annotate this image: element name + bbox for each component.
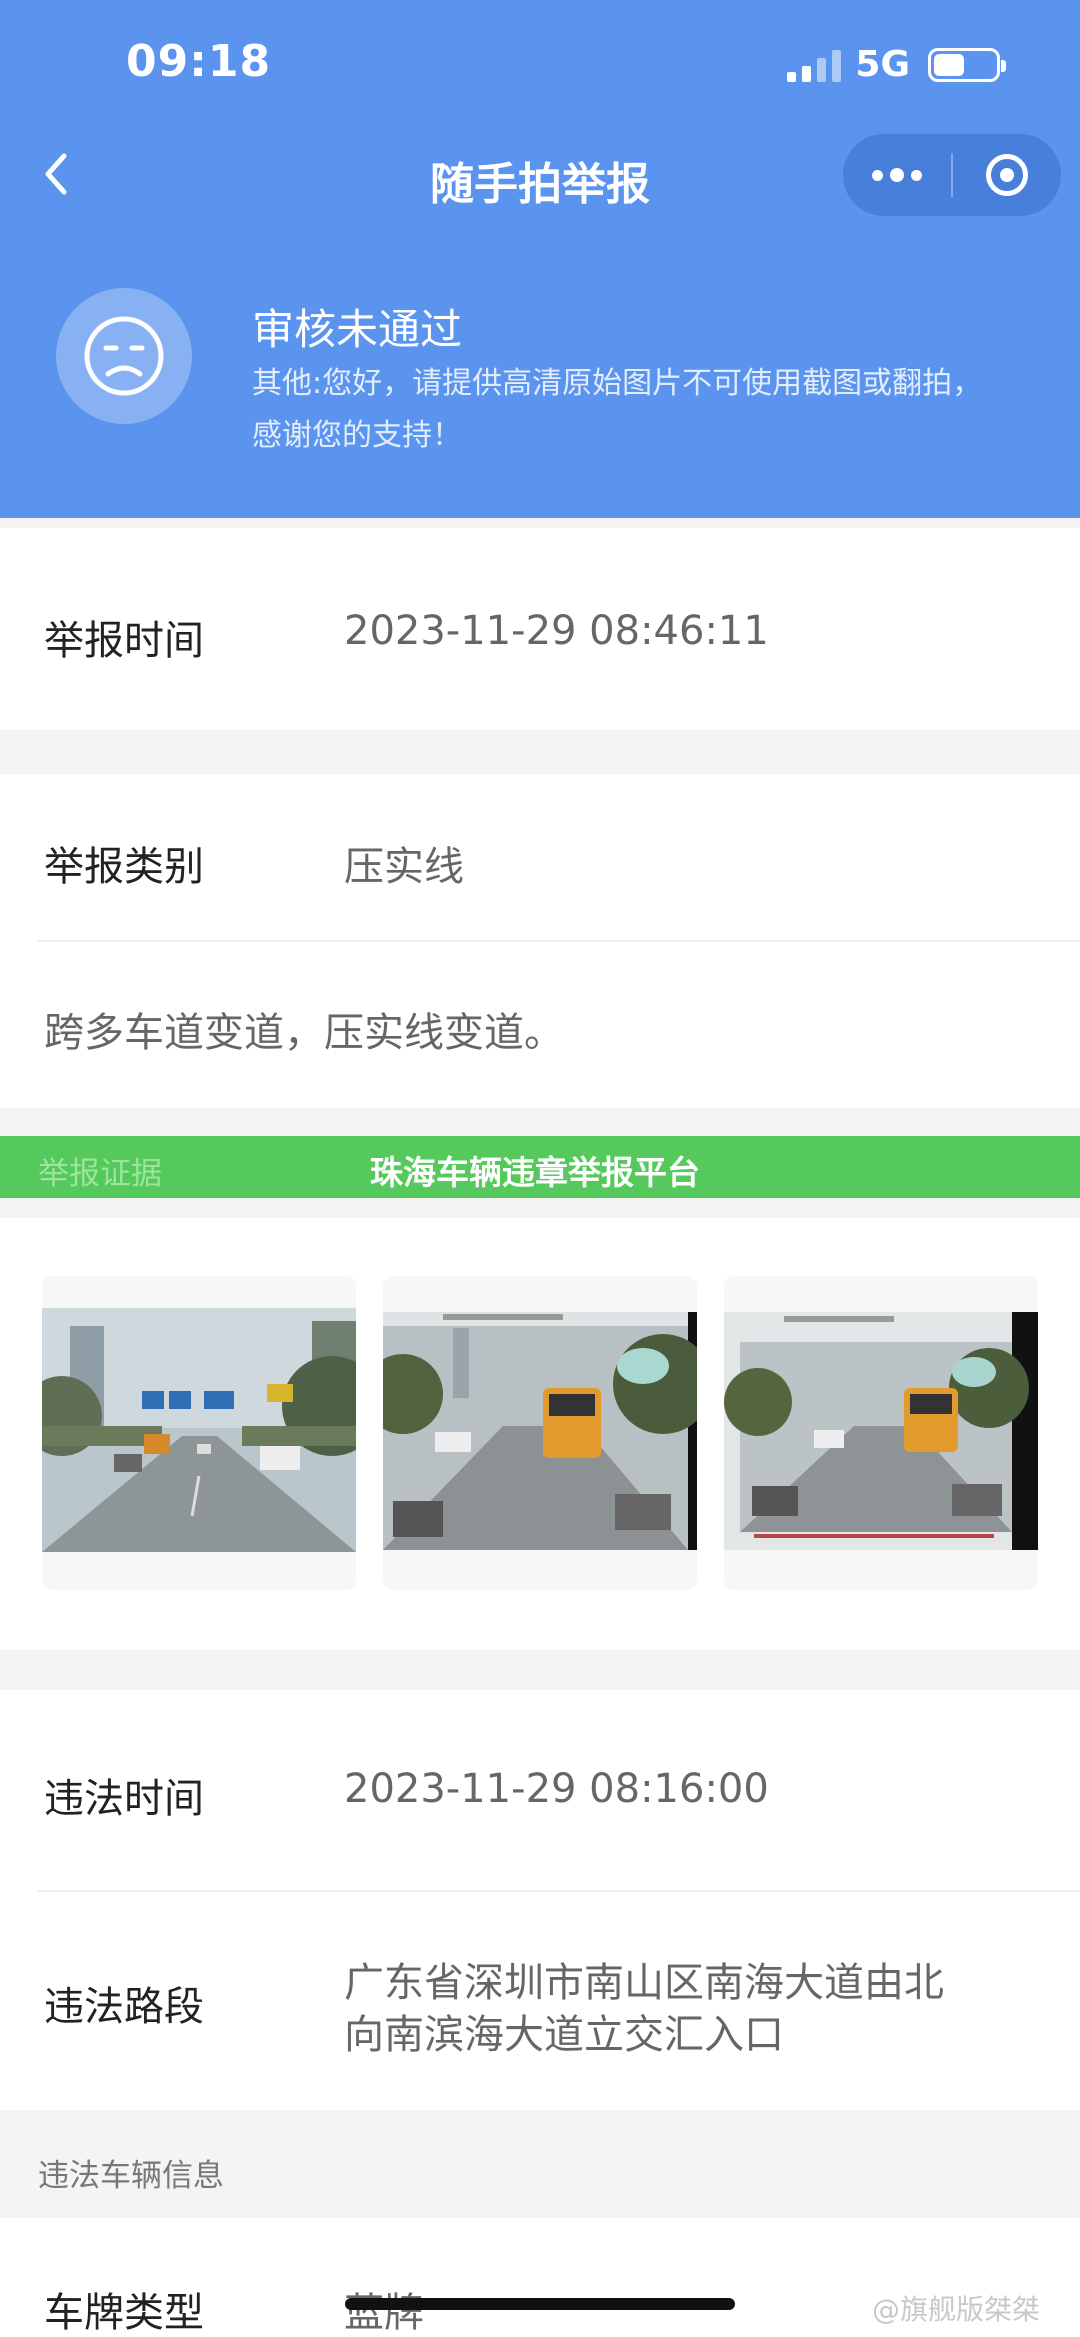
- home-indicator[interactable]: [345, 2298, 735, 2310]
- report-time-value: 2023-11-29 08:46:11: [344, 608, 769, 654]
- mini-program-capsule: [843, 134, 1061, 216]
- review-reason: 其他:您好，请提供高清原始图片不可使用截图或翻拍，感谢您的支持！: [252, 366, 983, 453]
- status-time: 09:18: [126, 36, 272, 87]
- report-time-card: 举报时间 2023-11-29 08:46:11: [0, 528, 1080, 730]
- report-time-label: 举报时间: [44, 618, 204, 664]
- evidence-photo-3[interactable]: [724, 1276, 1038, 1590]
- page-header: 09:18 5G 随手拍举报 审核未通过 其他:您好，请提供高清原始图片不可使用…: [0, 0, 1080, 518]
- network-label: 5G: [855, 44, 910, 85]
- evidence-photo-1[interactable]: [42, 1276, 356, 1590]
- report-category-label: 举报类别: [44, 844, 204, 890]
- evidence-label: 举报证据: [38, 1156, 162, 1192]
- more-dots-icon: [890, 168, 904, 182]
- violation-place-value-line1: 广东省深圳市南山区南海大道由北: [344, 1960, 944, 2006]
- vehicle-section-title: 违法车辆信息: [38, 2158, 224, 2194]
- signal-icon: [787, 48, 842, 82]
- plate-type-label: 车牌类型: [44, 2290, 204, 2336]
- report-category-value: 压实线: [344, 844, 464, 890]
- target-circle-icon: [986, 154, 1028, 196]
- watermark: @旗舰版桀桀: [872, 2293, 1041, 2326]
- divider: [38, 940, 1080, 942]
- violation-card: 违法时间 2023-11-29 08:16:00 违法路段 广东省深圳市南山区南…: [0, 1690, 1080, 2110]
- violation-time-label: 违法时间: [44, 1776, 204, 1822]
- more-button[interactable]: [843, 134, 951, 216]
- platform-banner: 珠海车辆违章举报平台: [370, 1153, 700, 1192]
- violation-place-label: 违法路段: [44, 1984, 204, 2030]
- divider: [38, 1890, 1080, 1892]
- battery-icon: [928, 47, 1006, 82]
- status-icons: 5G: [787, 44, 1006, 85]
- violation-time-value: 2023-11-29 08:16:00: [344, 1766, 769, 1812]
- close-mini-program-button[interactable]: [953, 134, 1061, 216]
- evidence-photo-2[interactable]: [383, 1276, 697, 1590]
- report-description: 跨多车道变道，压实线变道。: [44, 1010, 564, 1056]
- sad-face-icon: [56, 288, 192, 424]
- report-category-card: 举报类别 压实线 跨多车道变道，压实线变道。: [0, 774, 1080, 1108]
- violation-place-value-line2: 向南滨海大道立交汇入口: [344, 2012, 784, 2058]
- review-status: 审核未通过: [252, 305, 463, 354]
- evidence-header: 举报证据 珠海车辆违章举报平台: [0, 1136, 1080, 1198]
